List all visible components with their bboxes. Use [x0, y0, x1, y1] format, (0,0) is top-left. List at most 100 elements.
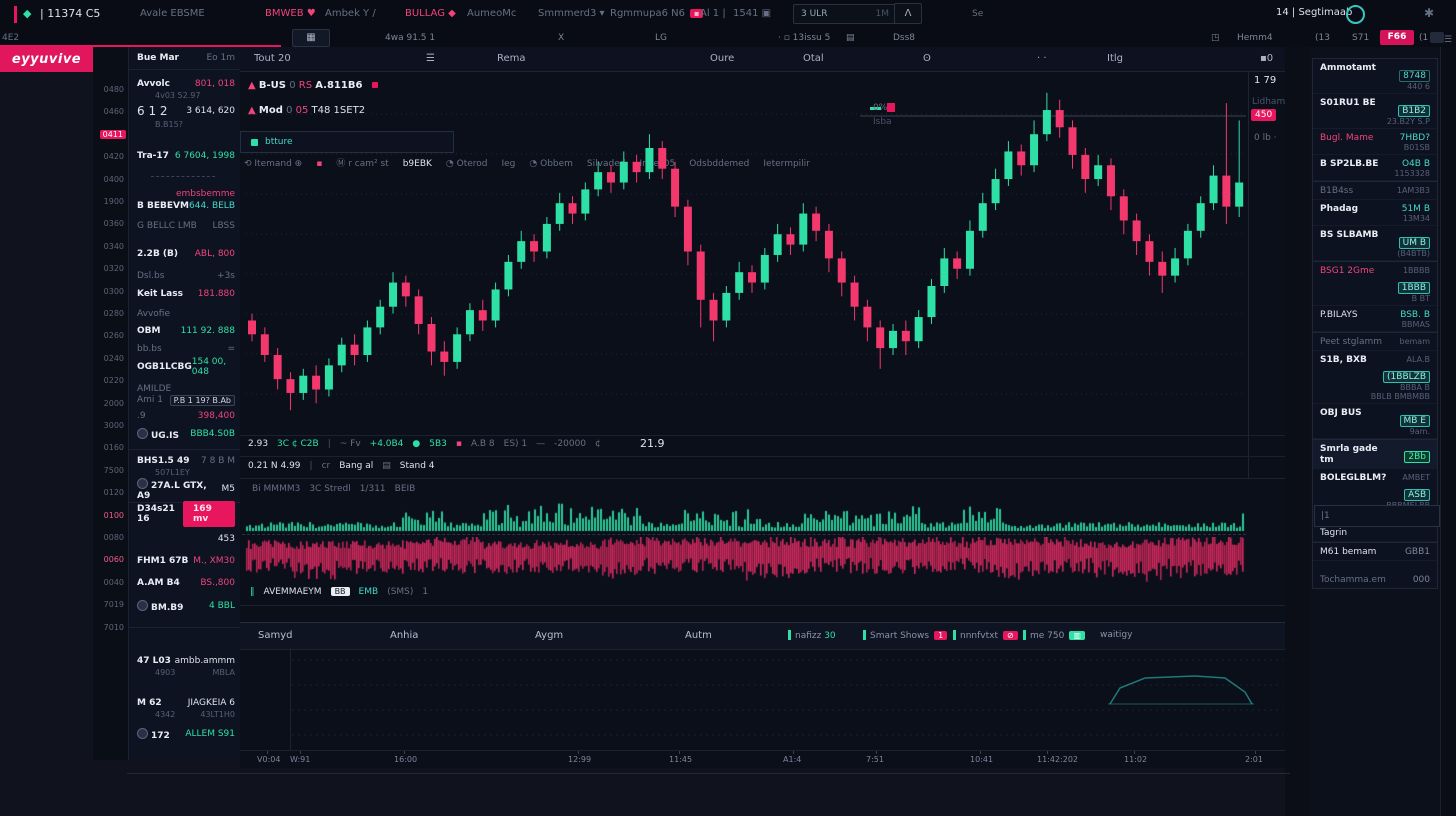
positions-column-3[interactable]: Autm: [685, 630, 712, 641]
right-tab-active[interactable]: F66: [1380, 30, 1414, 45]
candlestick-plot[interactable]: [242, 74, 1248, 479]
panel-menu-icon[interactable]: [1430, 32, 1444, 43]
panel-row[interactable]: .9398,400: [137, 410, 235, 422]
panel-row[interactable]: 453: [137, 533, 235, 545]
watchlist-row[interactable]: BS SLBAMBUM B(B4BTB): [1313, 226, 1437, 261]
panel-row[interactable]: 27A.L GTX, A9M5: [137, 483, 235, 495]
price-tick[interactable]: 0360: [104, 219, 124, 228]
price-tick[interactable]: 3000: [104, 421, 124, 430]
price-tick[interactable]: 7019: [104, 600, 124, 609]
price-tick[interactable]: 0100: [104, 511, 124, 520]
watchlist-row[interactable]: B1B4ss1AM3B3: [1313, 181, 1437, 200]
left-panel-mode[interactable]: Eo 1m: [206, 53, 235, 63]
watchlist-filter-input[interactable]: |1: [1314, 505, 1440, 527]
positions-column-0[interactable]: Samyd: [258, 630, 292, 641]
watchlist-row[interactable]: B SP2LB.BEO4B B1153328: [1313, 155, 1437, 181]
price-tick[interactable]: 0080: [104, 533, 124, 542]
panel-row[interactable]: Keit Lass181.880: [137, 288, 235, 300]
top-menu-item-8[interactable]: 1541 ▣: [733, 8, 771, 19]
price-tick[interactable]: 2000: [104, 399, 124, 408]
collapse-icon[interactable]: ☰: [1444, 35, 1452, 45]
panel-row[interactable]: UG.ISBBB4.S0B: [137, 428, 235, 440]
watchlist-row[interactable]: OBJ BUSMB E9am.: [1313, 404, 1437, 439]
chart-header-item-3[interactable]: Oure: [710, 53, 734, 64]
indicator-row-2[interactable]: 0.21 N 4.99|crBang al▤Stand 4: [248, 461, 444, 471]
panel-row[interactable]: M 62JIAGKEIA 6: [137, 697, 235, 709]
order-size-input[interactable]: 3 ULR 1M: [793, 4, 897, 24]
panel-row[interactable]: Tra-176 7604, 1998: [137, 150, 235, 162]
tab-bar-item-3[interactable]: · ▫ 13issu 5: [778, 33, 830, 43]
price-tick[interactable]: 0240: [104, 354, 124, 363]
top-menu-item-5[interactable]: Smmmerd3 ▾: [538, 8, 605, 19]
settings-star-icon[interactable]: ✱: [1424, 6, 1434, 20]
price-tick[interactable]: 0260: [104, 331, 124, 340]
panel-row[interactable]: 2.2B (B)ABL, 800: [137, 248, 235, 260]
sell-button[interactable]: 169 mv: [183, 501, 235, 527]
panel-row[interactable]: Avvofie: [137, 308, 235, 320]
panel-row[interactable]: D34s21 16169 mv: [137, 508, 235, 520]
top-menu-item-1[interactable]: BMWEB ♥: [265, 8, 316, 19]
watchlist-row[interactable]: M61 bemamGBB1: [1313, 542, 1437, 561]
top-menu-item-6[interactable]: Rgmmupa6 N6▪: [610, 8, 703, 19]
panel-row[interactable]: 6 1 23 614, 620: [137, 105, 235, 117]
panel-row[interactable]: BM.B94 BBL: [137, 600, 235, 612]
tab-bar-item-0[interactable]: 4wa 91.5 1: [385, 33, 435, 43]
panel-row[interactable]: B BEBEVM644. BELB: [137, 200, 235, 212]
tab-bar-item-4[interactable]: ▤: [846, 33, 855, 43]
top-menu-item-3[interactable]: BULLAG ◆: [405, 8, 456, 19]
panel-row[interactable]: bb.bs=: [137, 343, 235, 355]
panel-row[interactable]: OBM111 92. 888: [137, 325, 235, 337]
indicator-row-1[interactable]: 2.933C ¢ C2B|~ Fv+4.0B4●5B3▪A.B 8ES) 1—-…: [248, 439, 610, 449]
chart-header-item-1[interactable]: ☰: [426, 53, 435, 64]
panel-row[interactable]: 47 L03ambb.ammm: [137, 655, 235, 667]
price-tick[interactable]: 0280: [104, 309, 124, 318]
dom-price-ladder[interactable]: 0480046004110420040019000360034003200300…: [93, 47, 129, 760]
panel-legend-3[interactable]: me 750▥: [1023, 630, 1085, 641]
panel-row[interactable]: A.AM B4BS.,800: [137, 577, 235, 589]
price-tick[interactable]: 0040: [104, 578, 124, 587]
watchlist-row[interactable]: P.BILAYSBSB. BBBMAS: [1313, 306, 1437, 332]
price-tick[interactable]: 0460: [104, 107, 124, 116]
price-tick[interactable]: 1900: [104, 197, 124, 206]
chart-header-item-5[interactable]: ʘ: [923, 53, 931, 64]
price-tick[interactable]: 0411: [100, 130, 126, 139]
workspace-tab-active[interactable]: ▦: [292, 29, 330, 47]
price-tick[interactable]: 0480: [104, 85, 124, 94]
account-menu[interactable]: 14 | Segtimaab: [1276, 7, 1352, 18]
price-tick[interactable]: 0420: [104, 152, 124, 161]
price-tick[interactable]: 0320: [104, 264, 124, 273]
price-tick[interactable]: 0220: [104, 376, 124, 385]
chart-header-item-6[interactable]: · ·: [1037, 53, 1047, 64]
tab-bar-item-5[interactable]: Dss8: [893, 33, 915, 43]
right-tab-1[interactable]: (13: [1315, 33, 1330, 43]
chart-header-item-2[interactable]: Rema: [497, 53, 526, 64]
positions-column-2[interactable]: Aygm: [535, 630, 563, 641]
panel-legend-4[interactable]: waitigy: [1100, 630, 1132, 640]
top-menu-item-7[interactable]: Al 1 |: [700, 8, 726, 19]
boxed-value[interactable]: P.B 1 19? B.Ab: [170, 395, 235, 406]
chart-header-item-0[interactable]: Tout 20: [254, 53, 291, 64]
panel-row[interactable]: OGB1LCBG154 00, 048: [137, 361, 235, 373]
price-tick[interactable]: 0160: [104, 443, 124, 452]
panel-row[interactable]: Ami 1P.B 1 19? B.Ab: [137, 394, 235, 406]
time-axis[interactable]: V0:04W:9116:0012:9911:45A1:47:5110:4111:…: [240, 750, 1285, 769]
price-tick[interactable]: 7010: [104, 623, 124, 632]
right-tab-3[interactable]: (1: [1419, 33, 1428, 43]
watchlist-row[interactable]: S1B, BXBALA.B(1BBLZBBBBA BBBLB BMBMBB: [1313, 351, 1437, 404]
watchlist-row[interactable]: Tochamma.em000: [1313, 561, 1437, 588]
panel-legend-0[interactable]: nafizz 30: [788, 630, 836, 641]
panel-row[interactable]: embsbemme: [137, 188, 235, 200]
price-tick[interactable]: 0060: [104, 555, 124, 564]
positions-column-1[interactable]: Anhia: [390, 630, 418, 641]
panel-row[interactable]: G BELLC LMBLBSS: [137, 220, 235, 232]
price-tick[interactable]: 7500: [104, 466, 124, 475]
panel-legend-1[interactable]: Smart Shows1: [863, 630, 947, 641]
tab-bar-item-7[interactable]: Hemm4: [1237, 33, 1273, 43]
tab-bar-item-2[interactable]: LG: [655, 33, 667, 43]
panel-row[interactable]: Avvolc801, 018: [137, 78, 235, 90]
watchlist-row[interactable]: Ammotamt8748440 6: [1313, 59, 1437, 94]
watchlist-row[interactable]: Phadag51M B13M34: [1313, 200, 1437, 226]
tab-bar-item-6[interactable]: ◳: [1211, 33, 1220, 43]
watchlist-row[interactable]: Peet stglammbemam: [1313, 332, 1437, 351]
tab-bar-item-1[interactable]: X: [558, 33, 564, 43]
